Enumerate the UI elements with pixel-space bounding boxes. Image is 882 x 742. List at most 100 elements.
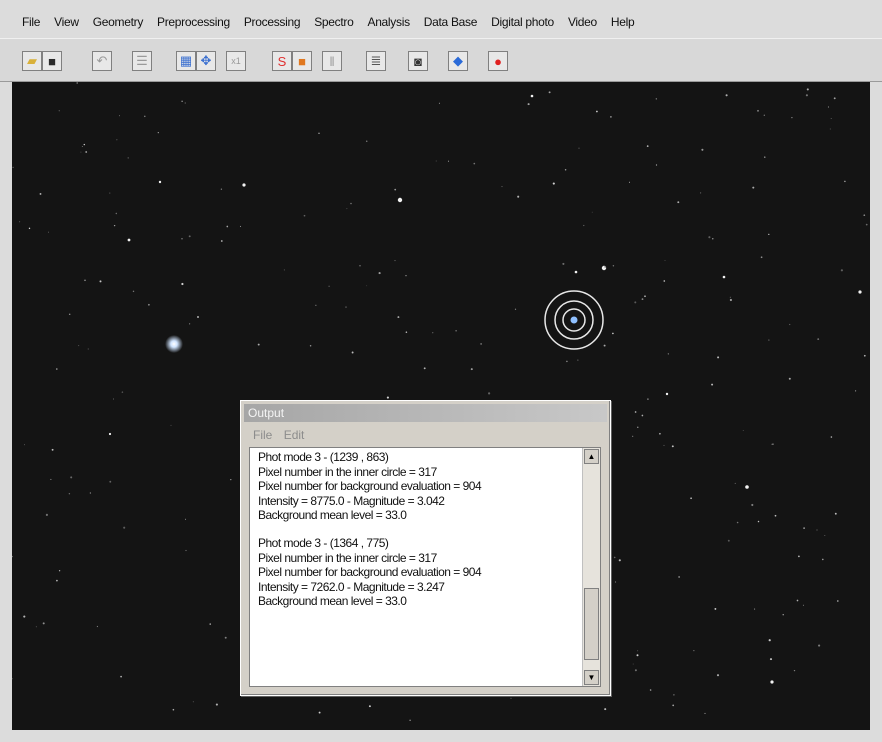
faint-star	[634, 301, 637, 304]
menu-geometry[interactable]: Geometry	[93, 15, 144, 29]
faint-star	[432, 332, 434, 334]
faint-star	[637, 426, 639, 428]
faint-star	[863, 354, 866, 357]
faint-star	[754, 608, 756, 610]
faint-star	[632, 663, 634, 665]
camera-icon: ◙	[414, 53, 422, 69]
output-text-area[interactable]: Phot mode 3 - (1239 , 863) Pixel number i…	[249, 447, 601, 687]
faint-star	[583, 224, 585, 227]
star	[858, 290, 862, 294]
faint-star	[752, 186, 755, 189]
diamond-button[interactable]: ◆	[448, 51, 468, 71]
menu-data-base[interactable]: Data Base	[424, 15, 478, 29]
menu-preprocessing[interactable]: Preprocessing	[157, 15, 230, 29]
faint-star	[39, 192, 42, 195]
faint-star	[844, 180, 846, 183]
faint-star	[566, 360, 568, 363]
faint-star	[644, 295, 646, 298]
scale-button[interactable]: x1	[226, 51, 246, 71]
output-scrollbar[interactable]: ▲ ▼	[582, 448, 600, 686]
output-menu-file[interactable]: File	[253, 428, 272, 442]
faint-star	[181, 282, 184, 286]
output-menu-edit[interactable]: Edit	[284, 428, 305, 442]
faint-star	[12, 166, 14, 169]
faint-star	[827, 106, 829, 108]
faint-star	[604, 266, 607, 268]
faint-star	[366, 140, 368, 142]
settings-button[interactable]: ☰	[132, 51, 152, 71]
save-button[interactable]: ■	[42, 51, 62, 71]
faint-star	[132, 290, 135, 293]
photometry-aperture[interactable]	[544, 290, 604, 350]
faint-star	[822, 558, 824, 561]
faint-star	[578, 147, 580, 149]
faint-star	[816, 529, 818, 531]
menu-processing[interactable]: Processing	[244, 15, 301, 29]
faint-star	[394, 188, 397, 191]
scroll-down-button[interactable]: ▼	[584, 670, 599, 685]
faint-star	[119, 115, 120, 117]
faint-star	[641, 298, 644, 301]
faint-star	[771, 443, 773, 445]
grid-button[interactable]: ▦	[176, 51, 196, 71]
faint-star	[409, 719, 411, 722]
menu-analysis[interactable]: Analysis	[367, 15, 410, 29]
record-button[interactable]: ●	[488, 51, 508, 71]
faint-star	[99, 280, 102, 283]
faint-star	[663, 280, 666, 282]
faint-star	[708, 236, 711, 239]
faint-star	[711, 383, 714, 386]
faint-star	[378, 272, 381, 275]
menu-file[interactable]: File	[22, 15, 40, 29]
image-viewer[interactable]: Output File Edit Phot mode 3 - (1239 , 8…	[12, 82, 870, 730]
menu-help[interactable]: Help	[611, 15, 635, 29]
menu-video[interactable]: Video	[568, 15, 597, 29]
star	[242, 183, 246, 187]
faint-star	[455, 329, 457, 332]
output-line: Background mean level = 33.0	[258, 594, 407, 609]
output-title-bar[interactable]: Output	[244, 404, 607, 422]
faint-star	[351, 351, 354, 354]
faint-star	[865, 223, 868, 226]
output-window[interactable]: Output File Edit Phot mode 3 - (1239 , 8…	[240, 400, 611, 696]
open-button[interactable]: ▰	[22, 51, 42, 71]
faint-star	[818, 644, 821, 647]
menu-spectro[interactable]: Spectro	[314, 15, 354, 29]
faint-star	[172, 708, 175, 711]
open-icon: ▰	[27, 53, 37, 68]
faint-star	[629, 181, 630, 183]
undo-button[interactable]: ↶	[92, 51, 112, 71]
faint-star	[185, 549, 187, 552]
faint-star	[612, 332, 614, 335]
frame-button[interactable]: ■	[292, 51, 312, 71]
faint-star	[671, 445, 674, 448]
faint-star	[836, 600, 839, 602]
scroll-thumb[interactable]	[584, 588, 599, 660]
faint-star	[366, 285, 368, 287]
faint-star	[28, 227, 31, 230]
faint-star	[184, 102, 186, 104]
faint-star	[394, 260, 396, 262]
faint-star	[144, 115, 146, 118]
faint-star	[717, 356, 720, 359]
camera-button[interactable]: ◙	[408, 51, 428, 71]
move-button[interactable]: ✥	[196, 51, 216, 71]
faint-star	[47, 231, 50, 233]
spectro-button[interactable]: S	[272, 51, 292, 71]
output-menu-bar: File Edit	[253, 428, 312, 442]
faint-star	[230, 478, 232, 481]
pause-button[interactable]: ‖	[322, 51, 342, 71]
faint-star	[714, 607, 717, 610]
faint-star	[116, 139, 118, 141]
faint-star	[435, 160, 437, 162]
faint-star	[729, 298, 733, 302]
faint-star	[782, 614, 784, 616]
faint-star	[510, 697, 512, 699]
spectro-icon: S	[277, 53, 287, 69]
scroll-up-button[interactable]: ▲	[584, 449, 599, 464]
menu-digital-photo[interactable]: Digital photo	[491, 15, 554, 29]
faint-star	[667, 353, 669, 355]
faint-star	[405, 331, 408, 333]
menu-view[interactable]: View	[54, 15, 79, 29]
list-button[interactable]: ≣	[366, 51, 386, 71]
